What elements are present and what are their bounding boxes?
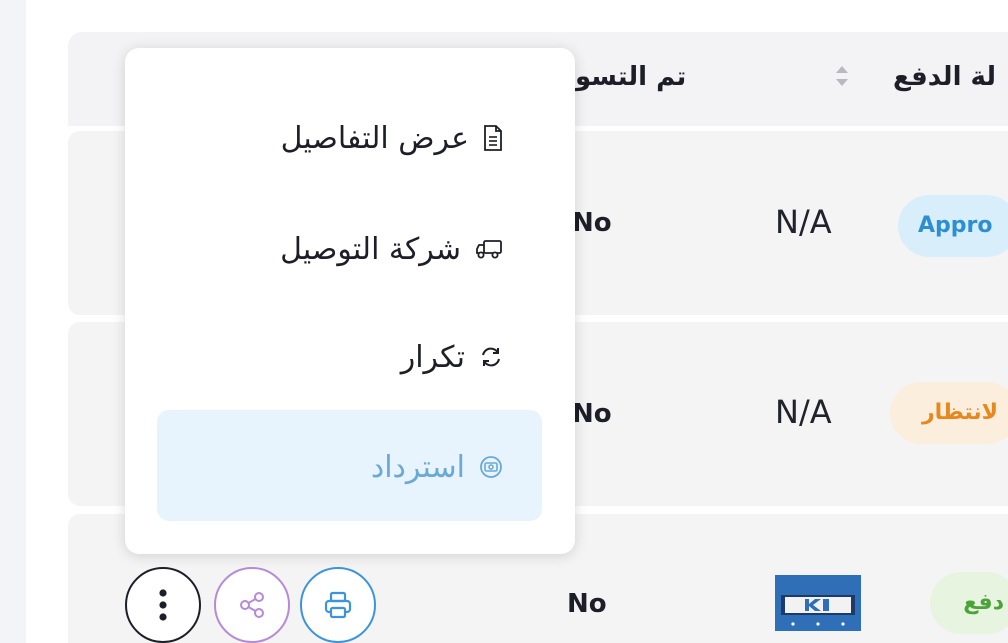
share-icon: [240, 592, 264, 618]
refresh-icon: [482, 347, 500, 367]
settled-value: No: [567, 589, 607, 619]
document-icon: [484, 125, 502, 151]
column-header-payment-status[interactable]: لة الدفع: [893, 62, 996, 92]
sort-icon[interactable]: [833, 62, 851, 90]
amount-value: N/A: [775, 203, 832, 241]
amount-value: N/A: [775, 393, 832, 431]
menu-item-repeat[interactable]: تكرار: [401, 337, 503, 377]
column-header-settled[interactable]: تم التسو: [575, 62, 686, 92]
share-button[interactable]: [214, 567, 290, 643]
menu-item-label: استرداد: [370, 449, 465, 485]
status-badge: دفع: [930, 572, 1008, 634]
settled-value: No: [572, 399, 612, 429]
menu-item-label: شركة التوصيل: [280, 231, 461, 267]
menu-item-view-details[interactable]: عرض التفاصيل: [281, 118, 503, 158]
menu-item-label: عرض التفاصيل: [280, 120, 469, 156]
truck-icon: [476, 240, 502, 259]
refund-icon: [480, 456, 502, 478]
knet-card-icon: [775, 575, 861, 631]
menu-item-refund[interactable]: استرداد: [371, 447, 503, 487]
status-badge: لانتظار: [890, 382, 1008, 444]
menu-item-delivery-company[interactable]: شركة التوصيل: [280, 229, 503, 269]
more-actions-button[interactable]: [125, 567, 201, 643]
printer-icon: [324, 591, 352, 619]
actions-dropdown-menu: عرض التفاصيل شركة التوصيل تكرار استرداد: [125, 48, 575, 554]
settled-value: No: [572, 208, 612, 238]
more-vertical-icon: [159, 589, 167, 621]
print-button[interactable]: [300, 567, 376, 643]
status-badge: Appro: [898, 195, 1008, 257]
menu-item-label: تكرار: [400, 339, 465, 375]
